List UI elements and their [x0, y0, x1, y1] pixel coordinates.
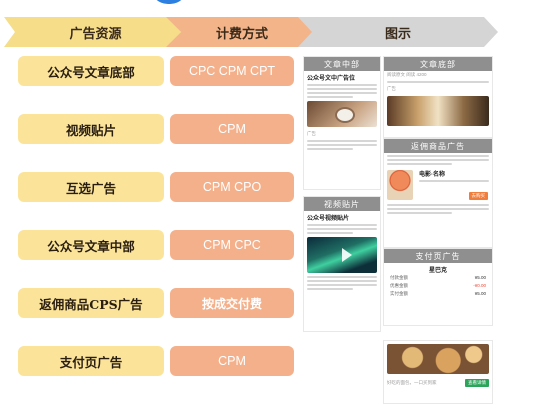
example-cps: 返佣商品广告 电影·名称 去购买	[383, 138, 493, 248]
example-article-middle: 文章中部 公众号文中广告位 广告	[303, 56, 381, 190]
text-line	[307, 228, 377, 230]
example-tag: 返佣商品广告	[384, 139, 492, 153]
text-line	[307, 148, 353, 150]
text-line	[387, 208, 489, 210]
example-tag: 支付页广告	[384, 249, 492, 263]
text-line	[387, 212, 452, 214]
buy-button[interactable]: 去购买	[468, 192, 488, 200]
billing-cell-article-bottom: CPC CPM CPT	[170, 56, 294, 86]
source-cell-article-middle: 公众号文章中部	[18, 230, 164, 260]
example-pay-page-ad: 好吃的面包，一口买到家 查看详情	[383, 340, 493, 404]
text-line	[387, 81, 489, 83]
source-cell-mutual-select: 互选广告	[18, 172, 164, 202]
text-line	[307, 92, 377, 94]
text-line	[419, 180, 489, 182]
header-source: 广告资源	[4, 17, 187, 47]
video-thumbnail	[307, 237, 377, 273]
text-line	[307, 84, 377, 86]
pay-row-key: 付款金额	[390, 275, 408, 280]
pay-row-value: ¥5.00	[474, 291, 486, 296]
text-line	[387, 155, 489, 157]
header-example: 图示	[298, 17, 498, 47]
ad-label: 广告	[387, 86, 396, 91]
interior-image	[387, 96, 489, 126]
source-cell-pay-page: 支付页广告	[18, 346, 164, 376]
example-video-patch: 视频贴片 公众号视频贴片	[303, 196, 381, 332]
text-line	[307, 144, 377, 146]
example-title: 公众号视频贴片	[307, 216, 350, 222]
text-line	[307, 88, 377, 90]
ad-label: 广告	[307, 131, 316, 136]
text-line	[387, 163, 452, 165]
text-line	[307, 140, 377, 142]
ad-caption: 好吃的面包，一口买到家	[387, 380, 437, 385]
pay-row-key: 优惠金额	[390, 283, 408, 288]
pay-row-value: -¥0.00	[473, 283, 486, 288]
billing-cell-cps: 按成交付费	[170, 288, 294, 318]
bread-image	[387, 344, 489, 374]
text-line	[387, 204, 489, 206]
example-tag: 视频贴片	[304, 197, 380, 211]
text-line	[307, 288, 353, 290]
balloon-image	[387, 169, 413, 200]
source-cell-article-bottom: 公众号文章底部	[18, 56, 164, 86]
pay-row-value: ¥5.00	[474, 275, 486, 280]
text-line	[307, 96, 353, 98]
billing-cell-mutual-select: CPM CPO	[170, 172, 294, 202]
article-meta: 阅读原文 阅读 4200	[387, 72, 427, 77]
play-icon	[342, 248, 352, 262]
pay-row: 优惠金额 -¥0.00	[384, 282, 492, 290]
pay-row: 实付金额 ¥5.00	[384, 290, 492, 298]
coffee-image	[307, 101, 377, 127]
text-line	[307, 284, 377, 286]
product-name: 电影·名称	[419, 172, 445, 178]
merchant-name: 星巴克	[428, 268, 447, 274]
billing-cell-video-patch: CPM	[170, 114, 294, 144]
example-tag: 文章中部	[304, 57, 380, 71]
text-line	[387, 159, 489, 161]
example-tag: 文章底部	[384, 57, 492, 71]
text-line	[307, 224, 377, 226]
brand-logo-fragment	[150, 0, 188, 4]
text-line	[307, 280, 377, 282]
source-cell-cps: 返佣商品CPS广告	[18, 288, 164, 318]
header-billing: 计费方式	[166, 17, 318, 47]
source-cell-video-patch: 视频贴片	[18, 114, 164, 144]
example-pay-page: 支付页广告 星巴克 付款金额 ¥5.00 优惠金额 -¥0.00 实付金额 ¥5.00	[383, 248, 493, 326]
pay-row-key: 实付金额	[390, 291, 408, 296]
billing-cell-article-middle: CPM CPC	[170, 230, 294, 260]
example-article-bottom: 文章底部 阅读原文 阅读 4200 广告	[383, 56, 493, 138]
text-line	[307, 276, 377, 278]
example-title: 公众号文中广告位	[307, 76, 356, 82]
text-line	[307, 232, 353, 234]
billing-cell-pay-page: CPM	[170, 346, 294, 376]
pay-row: 付款金额 ¥5.00	[384, 274, 492, 282]
view-details-button[interactable]: 查看详情	[465, 379, 489, 387]
